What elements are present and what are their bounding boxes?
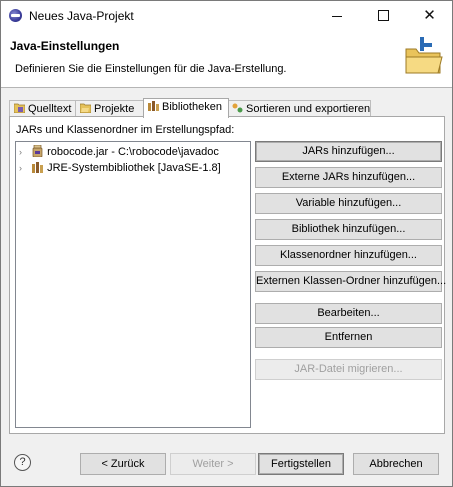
edit-button[interactable]: Bearbeiten... [255, 303, 442, 324]
minimize-icon [331, 15, 342, 17]
tab-label: Bibliotheken [162, 101, 222, 113]
new-java-project-wizard-icon [405, 37, 443, 74]
back-button[interactable]: < Zurück [80, 453, 166, 475]
dialog-content: Quelltext Projekte Bibliotheken Sortiere… [1, 88, 452, 486]
add-external-class-folder-button[interactable]: Externen Klassen-Ordner hinzufügen... [255, 271, 446, 292]
tab-label: Sortieren und exportieren [246, 103, 371, 115]
help-button[interactable]: ? [14, 454, 31, 471]
title-bar: Neues Java-Projekt ✕ [1, 1, 452, 30]
tab-quelltext[interactable]: Quelltext [9, 100, 79, 117]
library-icon [32, 162, 44, 173]
close-button[interactable]: ✕ [407, 1, 452, 30]
tab-sortieren-und-exportieren[interactable]: Sortieren und exportieren [227, 100, 371, 117]
build-path-label: JARs und Klassenordner im Erstellungspfa… [16, 124, 235, 136]
projects-icon [80, 103, 91, 113]
eclipse-app-icon [9, 9, 22, 22]
dialog-window: Neues Java-Projekt ✕ Java-Einstellungen … [0, 0, 453, 487]
tree-item-jre-system-library[interactable]: › JRE-Systembibliothek [JavaSE-1.8] [19, 160, 221, 176]
tree-item-label: JRE-Systembibliothek [JavaSE-1.8] [47, 162, 221, 174]
add-jars-button[interactable]: JARs hinzufügen... [255, 141, 442, 162]
minimize-button[interactable] [314, 1, 359, 30]
add-class-folder-button[interactable]: Klassenordner hinzufügen... [255, 245, 442, 266]
build-path-tree[interactable]: › robocode.jar - C:\robocode\javadoc › J… [15, 141, 251, 428]
tree-item-label: robocode.jar - C:\robocode\javadoc [47, 146, 219, 158]
tab-bibliotheken[interactable]: Bibliotheken [143, 98, 229, 118]
tab-label: Quelltext [28, 103, 72, 115]
order-export-icon [232, 103, 243, 113]
expand-chevron-icon[interactable]: › [19, 160, 29, 176]
page-description: Definieren Sie die Einstellungen für die… [15, 63, 287, 75]
add-library-button[interactable]: Bibliothek hinzufügen... [255, 219, 442, 240]
tab-label: Projekte [94, 103, 135, 115]
add-external-jars-button[interactable]: Externe JARs hinzufügen... [255, 167, 442, 188]
window-title: Neues Java-Projekt [29, 9, 134, 23]
source-folder-icon [14, 103, 25, 113]
maximize-icon [378, 9, 389, 21]
page-title: Java-Einstellungen [10, 39, 120, 53]
maximize-button[interactable] [361, 1, 406, 30]
expand-chevron-icon[interactable]: › [19, 144, 29, 160]
wizard-banner: Java-Einstellungen Definieren Sie die Ei… [1, 30, 452, 87]
libraries-icon [148, 101, 159, 111]
migrate-jar-button: JAR-Datei migrieren... [255, 359, 442, 380]
tab-projekte[interactable]: Projekte [75, 100, 145, 117]
add-variable-button[interactable]: Variable hinzufügen... [255, 193, 442, 214]
tree-item-robocode-jar[interactable]: › robocode.jar - C:\robocode\javadoc [19, 144, 219, 160]
next-button: Weiter > [170, 453, 256, 475]
cancel-button[interactable]: Abbrechen [353, 453, 439, 475]
jar-icon [32, 145, 43, 157]
finish-button[interactable]: Fertigstellen [258, 453, 344, 475]
libraries-panel: JARs und Klassenordner im Erstellungspfa… [9, 116, 446, 434]
remove-button[interactable]: Entfernen [255, 327, 442, 348]
